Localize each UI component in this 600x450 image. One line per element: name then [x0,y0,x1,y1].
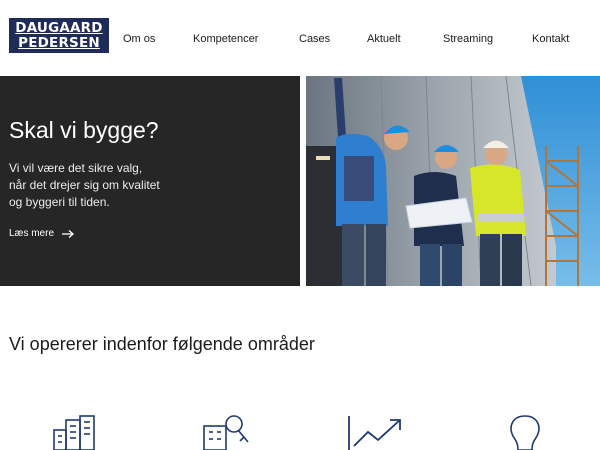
arrow-right-icon [62,229,75,238]
hero-photo [306,76,600,286]
nav-item-kompetencer[interactable]: Kompetencer [193,33,258,45]
hero-text: Vi vil være det sikre valg, når det drej… [9,160,279,211]
hero-title: Skal vi bygge? [9,117,159,143]
main-nav: Om os Kompetencer Cases Aktuelt Streamin… [0,33,600,49]
growth-chart-icon[interactable] [346,412,406,450]
nav-item-streaming[interactable]: Streaming [443,33,493,45]
three-construction-workers-icon [306,76,600,286]
building-key-icon[interactable] [202,412,252,450]
site-header: DAUGAARD PEDERSEN Om os Kompetencer Case… [0,0,600,76]
lightbulb-icon[interactable] [505,412,545,450]
nav-item-cases[interactable]: Cases [299,33,330,45]
read-more-label: Læs mere [9,228,55,239]
hero-text-line: når det drejer sig om kvalitet [9,178,160,192]
nav-item-kontakt[interactable]: Kontakt [532,33,569,45]
buildings-icon[interactable] [52,412,98,450]
hero-text-line: og byggeri til tiden. [9,195,110,209]
read-more-link[interactable]: Læs mere [9,228,75,239]
nav-item-om-os[interactable]: Om os [123,33,155,45]
areas-title: Vi opererer indenfor følgende områder [9,334,315,354]
nav-item-aktuelt[interactable]: Aktuelt [367,33,401,45]
hero-text-line: Vi vil være det sikre valg, [9,161,143,175]
